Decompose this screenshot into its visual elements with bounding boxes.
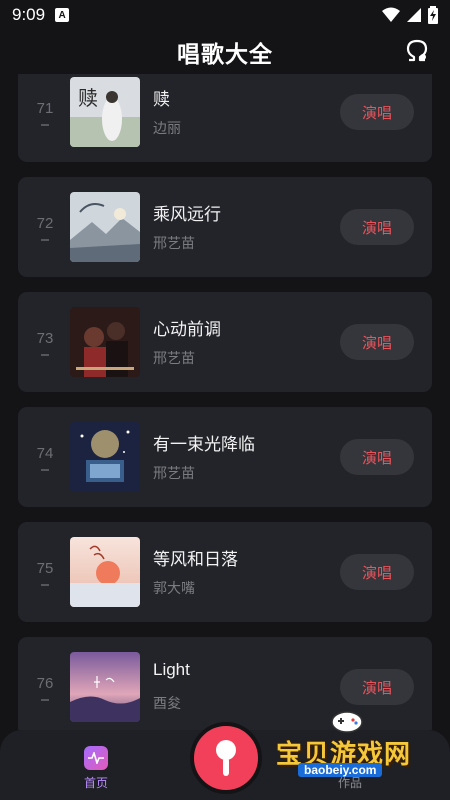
status-time: 9:09 [12, 5, 46, 24]
song-card[interactable]: 75 等风和日落 郭大嘴 演唱 [18, 522, 432, 622]
album-cover [70, 652, 140, 722]
battery-icon [428, 6, 438, 24]
song-rank: 73 [36, 330, 54, 347]
song-title: 赎 [153, 90, 170, 109]
song-rank: 72 [36, 215, 54, 232]
mic-record-button[interactable] [190, 722, 262, 794]
song-card[interactable]: 73 心动前调 邢艺苗 演唱 [18, 292, 432, 392]
song-card[interactable]: 71 赎 赎 边丽 演唱 [18, 74, 432, 162]
album-cover [70, 192, 140, 262]
notification-a-icon: A [55, 8, 70, 22]
song-title: 乘风远行 [153, 205, 221, 224]
svg-text:赎: 赎 [78, 86, 98, 110]
rank-dash [41, 239, 49, 241]
wifi-icon [382, 7, 400, 22]
microphone-icon [216, 740, 236, 776]
status-bar: 9:09 A [0, 0, 450, 30]
song-rank: 71 [36, 100, 54, 117]
song-artist: 酉夋 [153, 695, 181, 711]
omega-icon[interactable] [402, 36, 432, 66]
song-artist: 邢艺苗 [153, 350, 195, 366]
song-artist: 邢艺苗 [153, 465, 195, 481]
album-cover [70, 422, 140, 492]
sing-button[interactable]: 演唱 [340, 324, 414, 360]
page-title: 唱歌大全 [177, 41, 273, 67]
song-rank: 74 [36, 445, 54, 462]
song-artist: 邢艺苗 [153, 235, 195, 251]
sing-button[interactable]: 演唱 [340, 94, 414, 130]
album-cover [70, 307, 140, 377]
app-header: 唱歌大全 [0, 30, 450, 74]
sing-button[interactable]: 演唱 [340, 209, 414, 245]
rank-dash [41, 699, 49, 701]
album-cover: 赎 [70, 77, 140, 147]
rank-dash [41, 124, 49, 126]
song-rank: 75 [36, 560, 54, 577]
song-list[interactable]: 71 赎 赎 边丽 演唱 72 乘风远行 邢艺苗 演唱 73 心动前调 邢艺苗 … [18, 74, 432, 730]
gamepad-icon [331, 711, 363, 733]
song-rank: 76 [36, 675, 54, 692]
song-title: 心动前调 [153, 320, 221, 339]
sing-button[interactable]: 演唱 [340, 554, 414, 590]
watermark-logo: 宝贝游戏网 baobeiy.com [276, 700, 426, 782]
nav-home-tab[interactable]: 首页 [80, 746, 112, 791]
rank-dash [41, 584, 49, 586]
album-cover [70, 537, 140, 607]
watermark-url: baobeiy.com [298, 763, 383, 777]
nav-home-label: 首页 [83, 776, 108, 790]
rank-dash [41, 354, 49, 356]
song-artist: 郭大嘴 [153, 580, 195, 596]
song-card[interactable]: 74 有一束光降临 邢艺苗 演唱 [18, 407, 432, 507]
home-pulse-icon [84, 746, 108, 770]
song-title: 有一束光降临 [153, 435, 255, 454]
song-title: Light [153, 660, 190, 679]
song-title: 等风和日落 [153, 550, 238, 569]
rank-dash [41, 469, 49, 471]
status-icons [382, 6, 438, 24]
sing-button[interactable]: 演唱 [340, 439, 414, 475]
signal-icon [407, 8, 421, 22]
song-card[interactable]: 72 乘风远行 邢艺苗 演唱 [18, 177, 432, 277]
song-artist: 边丽 [153, 120, 181, 136]
